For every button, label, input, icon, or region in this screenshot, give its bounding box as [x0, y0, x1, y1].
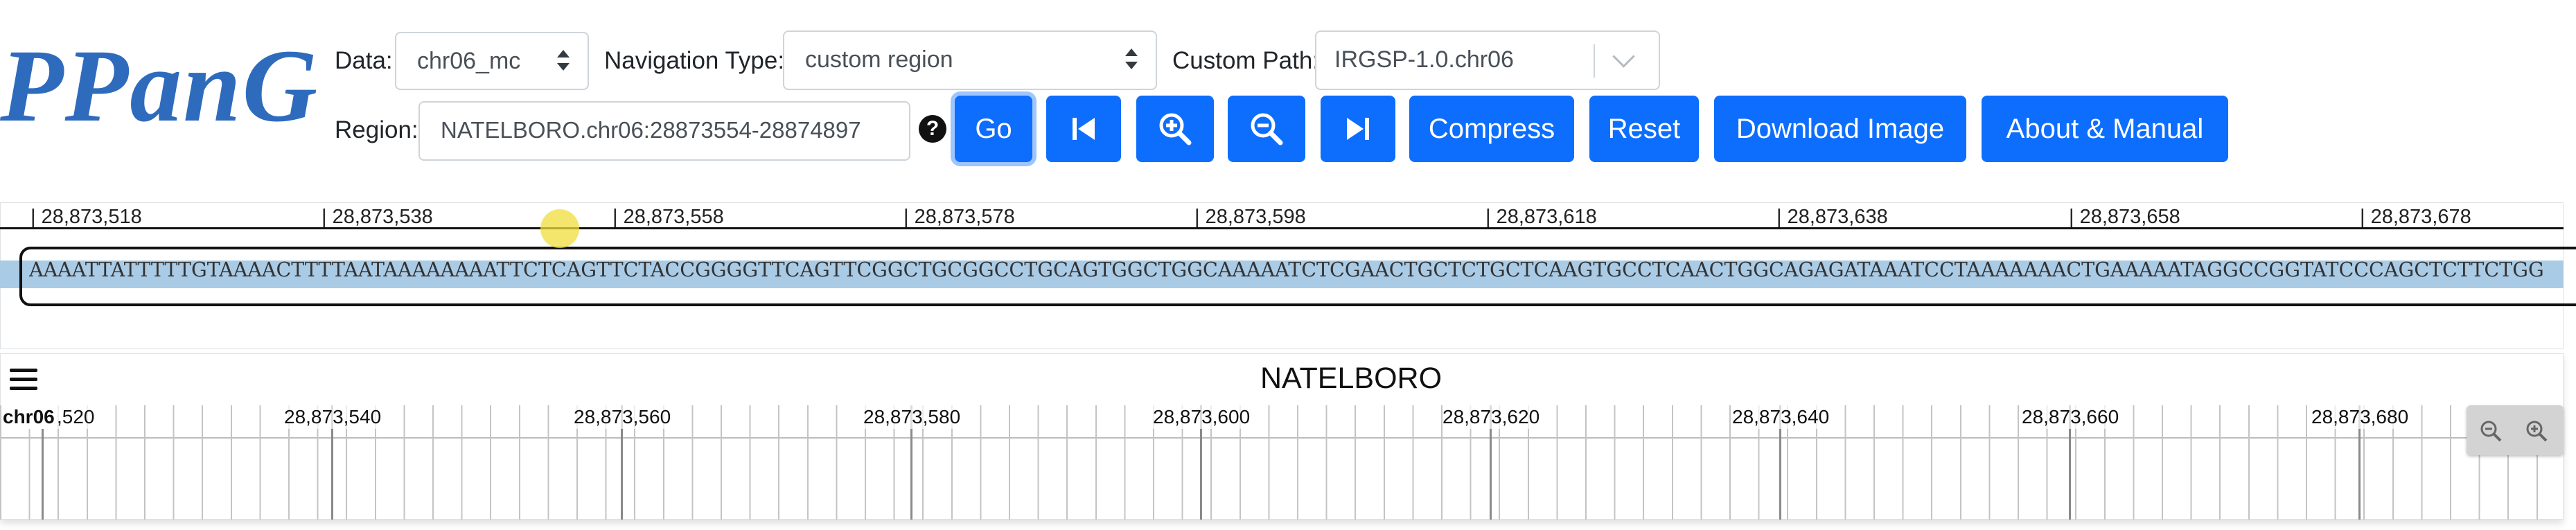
custom-path-label: Custom Path:	[1172, 47, 1320, 74]
help-icon[interactable]: ?	[919, 115, 946, 143]
go-button[interactable]: Go	[955, 96, 1032, 162]
region-input[interactable]: NATELBORO.chr06:28873554-28874897	[418, 101, 910, 161]
genome-zoom-controls	[2467, 405, 2564, 455]
skip-forward-icon	[1347, 118, 1369, 140]
select-caret-icon	[1125, 48, 1138, 71]
first-button[interactable]	[1046, 96, 1121, 162]
custom-path-select[interactable]: IRGSP-1.0.chr06	[1315, 30, 1660, 90]
grid-tick-label: 28,873,620	[1443, 405, 1540, 429]
genome-grid[interactable]	[0, 405, 2564, 520]
grid-tick-label: 28,873,560	[574, 405, 671, 429]
region-label: Region:	[335, 116, 418, 143]
ruler-tick: | 28,873,638	[1776, 206, 1888, 228]
ruler-tick: | 28,873,658	[2069, 206, 2180, 228]
app-logo: PPanG	[0, 28, 319, 143]
grid-tick-label: ,520	[57, 405, 95, 429]
ruler-tick: | 28,873,518	[30, 206, 142, 228]
ruler-tick: | 28,873,578	[903, 206, 1015, 228]
grid-tick-label: 28,873,680	[2311, 405, 2409, 429]
grid-tick-label: 28,873,540	[284, 405, 382, 429]
grid-tick-label: 28,873,600	[1153, 405, 1251, 429]
ruler-tick: | 28,873,678	[2360, 206, 2471, 228]
select-divider	[1594, 44, 1595, 78]
ruler-tick: | 28,873,598	[1194, 206, 1306, 228]
zoom-in-icon[interactable]	[2525, 419, 2548, 443]
ruler-tick: | 28,873,558	[612, 206, 724, 228]
chromosome-label: chr06	[3, 405, 55, 429]
data-select-value: chr06_mc	[417, 48, 521, 74]
zoom-out-button[interactable]	[1228, 96, 1305, 162]
skip-backward-icon	[1073, 118, 1095, 140]
zoom-out-icon	[1251, 113, 1283, 145]
ruler-baseline	[0, 227, 2564, 229]
sequence-text: AAAATTATTTTTGTAAAACTTTTAATAAAAAAAATTCTCA…	[29, 258, 2544, 281]
last-button[interactable]	[1321, 96, 1395, 162]
data-label: Data:	[335, 47, 393, 74]
data-select[interactable]: chr06_mc	[395, 32, 589, 90]
select-caret-icon	[557, 50, 570, 72]
navigation-type-label: Navigation Type:	[604, 47, 785, 74]
navigation-type-value: custom region	[805, 46, 953, 73]
download-image-button[interactable]: Download Image	[1714, 96, 1966, 162]
genome-view-title: NATELBORO	[1260, 362, 1443, 395]
zoom-in-icon	[1159, 113, 1192, 145]
compress-button[interactable]: Compress	[1409, 96, 1574, 162]
reset-button[interactable]: Reset	[1589, 96, 1699, 162]
navigation-type-select[interactable]: custom region	[783, 30, 1157, 90]
grid-tick-label: 28,873,660	[2022, 405, 2119, 429]
zoom-in-button[interactable]	[1136, 96, 1214, 162]
grid-tick-label: 28,873,580	[863, 405, 961, 429]
mouse-cursor-highlight	[540, 209, 579, 248]
ruler-tick: | 28,873,618	[1485, 206, 1597, 228]
custom-path-value: IRGSP-1.0.chr06	[1334, 46, 1514, 73]
chevron-down-icon[interactable]	[1612, 45, 1635, 68]
about-manual-button[interactable]: About & Manual	[1982, 96, 2228, 162]
zoom-out-icon[interactable]	[2479, 419, 2503, 443]
hamburger-menu-icon[interactable]	[10, 369, 37, 391]
grid-tick-label: 28,873,640	[1732, 405, 1830, 429]
ruler-tick: | 28,873,538	[321, 206, 433, 228]
